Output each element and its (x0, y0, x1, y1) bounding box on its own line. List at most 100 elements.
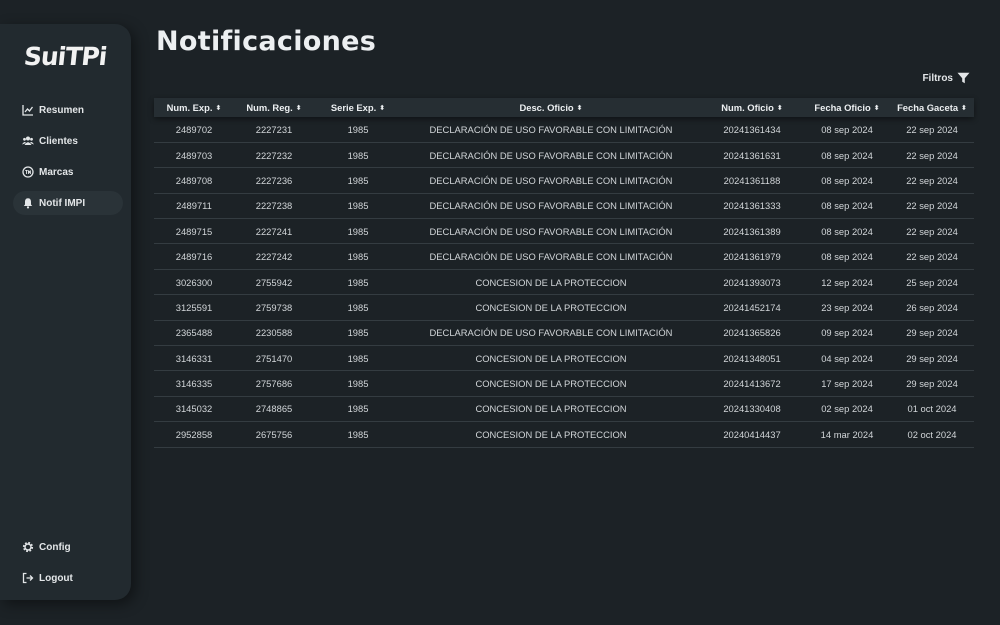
cell-fecha-oficio: 08 sep 2024 (804, 167, 890, 194)
sidebar-item-logout[interactable]: Logout (13, 566, 123, 590)
sidebar-item-config[interactable]: Config (13, 535, 123, 559)
sidebar-item-label: Clientes (39, 135, 78, 147)
sidebar-nav: Resumen Clientes Marcas Notif IMPI (13, 98, 123, 222)
table-row[interactable]: 2489711 2227238 1985 DECLARACIÓN DE USO FAV… (154, 193, 974, 220)
column-header-label: Num. Reg. (246, 102, 293, 113)
cell-serie-exp: 1985 (314, 142, 402, 169)
column-header-label: Fecha Gaceta (897, 102, 959, 113)
table-row[interactable]: 2489715 2227241 1985 DECLARACIÓN DE USO FAV… (154, 218, 974, 245)
cell-num-exp: 2489702 (154, 117, 234, 143)
cell-num-oficio: 20240414437 (700, 421, 804, 448)
cell-num-reg: 2675756 (234, 421, 314, 448)
table-row[interactable]: 2489708 2227236 1985 DECLARACIÓN DE USO FAV… (154, 167, 974, 194)
table-row[interactable]: 2365488 2230588 1985 DECLARACIÓN DE USO FAV… (154, 320, 974, 347)
column-header-label: Num. Exp. (166, 102, 213, 113)
table-row[interactable]: 3026300 2755942 1985 CONCESION DE LA PROTEC… (154, 269, 974, 296)
column-header-desc-oficio[interactable]: Desc. Oficio ⬍ (402, 98, 700, 117)
cell-num-oficio: 20241348051 (700, 345, 804, 372)
cell-num-exp: 3026300 (154, 269, 234, 296)
filters-button[interactable]: Filtros (922, 72, 970, 84)
cell-num-reg: 2227238 (234, 193, 314, 220)
sidebar-bottom-nav: Config Logout (13, 535, 123, 597)
column-header-fecha-gaceta[interactable]: Fecha Gaceta ⬍ (890, 98, 974, 117)
cell-serie-exp: 1985 (314, 345, 402, 372)
sidebar-item-resumen[interactable]: Resumen (13, 98, 123, 122)
table-row[interactable]: 3125591 2759738 1985 CONCESION DE LA PROTEC… (154, 294, 974, 321)
cell-num-reg: 2227236 (234, 167, 314, 194)
cell-num-reg: 2748865 (234, 396, 314, 423)
filter-icon (957, 72, 970, 84)
gear-icon (22, 541, 34, 553)
cell-desc-oficio: DECLARACIÓN DE USO FAVORABLE CON LIMITAC… (402, 117, 700, 143)
column-header-label: Num. Oficio (721, 102, 774, 113)
sort-icon[interactable]: ⬍ (874, 104, 880, 112)
cell-fecha-gaceta: 02 oct 2024 (890, 421, 974, 448)
cell-num-reg: 2751470 (234, 345, 314, 372)
cell-num-exp: 3146335 (154, 370, 234, 397)
column-header-label: Fecha Oficio (814, 102, 871, 113)
table-header-row: Num. Exp. ⬍ Num. Reg. ⬍ Serie Exp. ⬍ Desc. Ofi… (154, 98, 974, 117)
cell-fecha-oficio: 09 sep 2024 (804, 320, 890, 347)
cell-num-exp: 2489703 (154, 142, 234, 169)
table-row[interactable]: 3145032 2748865 1985 CONCESION DE LA PROTEC… (154, 396, 974, 423)
sort-icon[interactable]: ⬍ (296, 104, 302, 112)
column-header-serie-exp[interactable]: Serie Exp. ⬍ (314, 98, 402, 117)
cell-num-reg: 2759738 (234, 294, 314, 321)
sort-icon[interactable]: ⬍ (961, 104, 967, 112)
table-row[interactable]: 3146335 2757686 1985 CONCESION DE LA PROTEC… (154, 370, 974, 397)
cell-fecha-oficio: 02 sep 2024 (804, 396, 890, 423)
cell-serie-exp: 1985 (314, 167, 402, 194)
column-header-label: Serie Exp. (330, 102, 377, 113)
trademark-icon (22, 166, 34, 178)
cell-desc-oficio: CONCESION DE LA PROTECCION (402, 421, 700, 448)
cell-fecha-oficio: 17 sep 2024 (804, 370, 890, 397)
table-row[interactable]: 2489702 2227231 1985 DECLARACIÓN DE USO FAV… (154, 117, 974, 143)
column-header-fecha-oficio[interactable]: Fecha Oficio ⬍ (804, 98, 890, 117)
cell-fecha-gaceta: 26 sep 2024 (890, 294, 974, 321)
cell-num-exp: 2489715 (154, 218, 234, 245)
cell-desc-oficio: DECLARACIÓN DE USO FAVORABLE CON LIMITAC… (402, 142, 700, 169)
cell-fecha-gaceta: 29 sep 2024 (890, 370, 974, 397)
cell-num-reg: 2227232 (234, 142, 314, 169)
column-header-label: Desc. Oficio (519, 102, 574, 113)
table-row[interactable]: 2489703 2227232 1985 DECLARACIÓN DE USO FAV… (154, 142, 974, 169)
cell-fecha-oficio: 08 sep 2024 (804, 142, 890, 169)
sidebar-item-notif-impi[interactable]: Notif IMPI (13, 191, 123, 215)
sidebar-item-label: Resumen (39, 104, 85, 116)
cell-num-oficio: 20241361979 (700, 243, 804, 270)
table-row[interactable]: 2952858 2675756 1985 CONCESION DE LA PROTEC… (154, 421, 974, 448)
sort-icon[interactable]: ⬍ (777, 104, 783, 112)
sidebar-item-clientes[interactable]: Clientes (13, 129, 123, 153)
table-row[interactable]: 3146331 2751470 1985 CONCESION DE LA PROTEC… (154, 345, 974, 372)
table-row[interactable]: 2489716 2227242 1985 DECLARACIÓN DE USO FAV… (154, 243, 974, 270)
sort-icon[interactable]: ⬍ (577, 104, 583, 112)
notifications-table: Num. Exp. ⬍ Num. Reg. ⬍ Serie Exp. ⬍ Desc. Ofi… (154, 98, 974, 448)
sidebar-item-marcas[interactable]: Marcas (13, 160, 123, 184)
cell-serie-exp: 1985 (314, 421, 402, 448)
sidebar-item-label: Logout (39, 572, 73, 584)
cell-serie-exp: 1985 (314, 269, 402, 296)
cell-fecha-oficio: 12 sep 2024 (804, 269, 890, 296)
cell-num-exp: 3146331 (154, 345, 234, 372)
cell-num-exp: 2489716 (154, 243, 234, 270)
sort-icon[interactable]: ⬍ (379, 104, 385, 112)
cell-num-reg: 2227241 (234, 218, 314, 245)
cell-fecha-gaceta: 25 sep 2024 (890, 269, 974, 296)
cell-fecha-oficio: 04 sep 2024 (804, 345, 890, 372)
cell-num-reg: 2757686 (234, 370, 314, 397)
sort-icon[interactable]: ⬍ (215, 104, 221, 112)
users-icon (22, 135, 34, 147)
cell-fecha-gaceta: 29 sep 2024 (890, 345, 974, 372)
cell-num-exp: 3125591 (154, 294, 234, 321)
cell-fecha-gaceta: 22 sep 2024 (890, 167, 974, 194)
table-body: 2489702 2227231 1985 DECLARACIÓN DE USO FAV… (154, 117, 974, 448)
column-header-num-reg[interactable]: Num. Reg. ⬍ (234, 98, 314, 117)
app-logo[interactable]: SuiTPi (22, 42, 107, 71)
cell-num-oficio: 20241393073 (700, 269, 804, 296)
cell-fecha-gaceta: 29 sep 2024 (890, 320, 974, 347)
cell-fecha-gaceta: 22 sep 2024 (890, 117, 974, 143)
cell-num-exp: 3145032 (154, 396, 234, 423)
column-header-num-oficio[interactable]: Num. Oficio ⬍ (700, 98, 804, 117)
column-header-num-exp[interactable]: Num. Exp. ⬍ (154, 98, 234, 117)
cell-serie-exp: 1985 (314, 370, 402, 397)
